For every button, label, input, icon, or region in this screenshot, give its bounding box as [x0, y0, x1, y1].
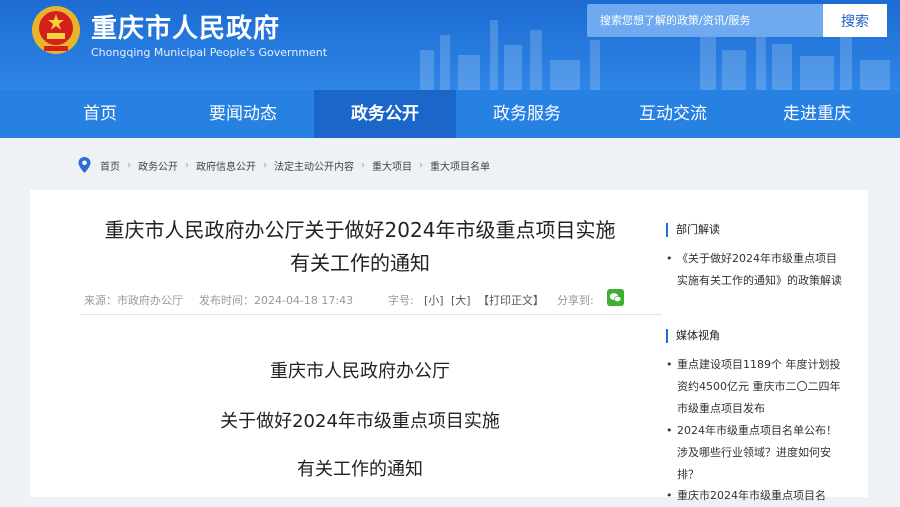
search-input[interactable]	[587, 4, 820, 37]
body-heading-line: 重庆市人民政府办公厅	[270, 361, 450, 382]
breadcrumb-separator-icon: ›	[263, 159, 267, 171]
search-box	[587, 4, 823, 37]
search-button[interactable]: 搜索	[823, 4, 887, 37]
content-panel: 重庆市人民政府办公厅关于做好2024年市级重点项目实施 有关工作的通知 来源：市…	[30, 190, 868, 502]
sidebar-media-link[interactable]: • 重庆市2024年市级重点项目名	[666, 485, 842, 507]
bullet-icon: •	[666, 424, 673, 437]
body-heading-line: 有关工作的通知	[297, 459, 423, 480]
breadcrumb-separator-icon: ›	[419, 159, 423, 171]
sidebar-media-link[interactable]: • 重点建设项目1189个 年度计划投资约4500亿元 重庆市二〇二四年市级重点…	[666, 354, 842, 420]
breadcrumb-separator-icon: ›	[127, 159, 131, 171]
main-nav: 首页 要闻动态 政务公开 政务服务 互动交流 走进重庆	[0, 90, 900, 138]
nav-item-interaction[interactable]: 互动交流	[598, 90, 748, 138]
national-emblem-icon	[32, 6, 80, 54]
bullet-icon: •	[666, 489, 673, 502]
article-meta: 来源：市政府办公厅 发布时间：2024-04-18 17:43 字号: [小] …	[80, 286, 662, 315]
nav-item-gov-services[interactable]: 政务服务	[456, 90, 598, 138]
article-title-line: 有关工作的通知	[290, 251, 430, 275]
article-date: 发布时间：2024-04-18 17:43	[199, 294, 354, 307]
article-title: 重庆市人民政府办公厅关于做好2024年市级重点项目实施 有关工作的通知	[80, 214, 640, 280]
breadcrumb-project-list[interactable]: 重大项目名单	[430, 158, 490, 173]
nav-item-home[interactable]: 首页	[28, 90, 172, 138]
sidebar-interpretation-link[interactable]: • 《关于做好2024年市级重点项目实施有关工作的通知》的政策解读	[666, 248, 842, 292]
site-subtitle: Chongqing Municipal People's Government	[91, 46, 328, 59]
breadcrumb-home[interactable]: 首页	[100, 158, 120, 173]
print-button[interactable]: 【打印正文】	[478, 292, 544, 308]
breadcrumb-separator-icon: ›	[361, 159, 365, 171]
bullet-icon: •	[666, 252, 673, 265]
font-small-button[interactable]: [小]	[424, 292, 444, 308]
location-pin-icon	[78, 157, 91, 173]
sidebar-media-link[interactable]: • 2024年市级重点项目名单公布！涉及哪些行业领域？进度如何安排？	[666, 420, 842, 486]
breadcrumb-statutory-content[interactable]: 法定主动公开内容	[274, 158, 354, 173]
bullet-icon: •	[666, 358, 673, 371]
breadcrumb-info-disclosure[interactable]: 政府信息公开	[196, 158, 256, 173]
breadcrumb: 首页 › 政务公开 › 政府信息公开 › 法定主动公开内容 › 重大项目 › 重大项目名单	[30, 152, 868, 178]
nav-item-gov-affairs[interactable]: 政务公开	[314, 90, 456, 138]
wechat-share-icon[interactable]	[607, 289, 624, 306]
breadcrumb-gov-affairs[interactable]: 政务公开	[138, 158, 178, 173]
nav-item-about[interactable]: 走进重庆	[748, 90, 886, 138]
breadcrumb-separator-icon: ›	[185, 159, 189, 171]
article-title-line: 重庆市人民政府办公厅关于做好2024年市级重点项目实施	[104, 218, 616, 242]
font-large-button[interactable]: [大]	[451, 292, 471, 308]
site-title[interactable]: 重庆市人民政府	[91, 8, 280, 45]
nav-item-news[interactable]: 要闻动态	[172, 90, 314, 138]
article-source: 来源：市政府办公厅	[84, 294, 183, 307]
body-heading-line: 关于做好2024年市级重点项目实施	[220, 411, 500, 432]
sidebar-section-title: 部门解读	[666, 223, 720, 237]
share-label: 分享到:	[557, 294, 594, 307]
breadcrumb-major-projects[interactable]: 重大项目	[372, 158, 412, 173]
sidebar-section-title: 媒体视角	[666, 329, 720, 343]
font-size-label: 字号:	[388, 294, 414, 307]
